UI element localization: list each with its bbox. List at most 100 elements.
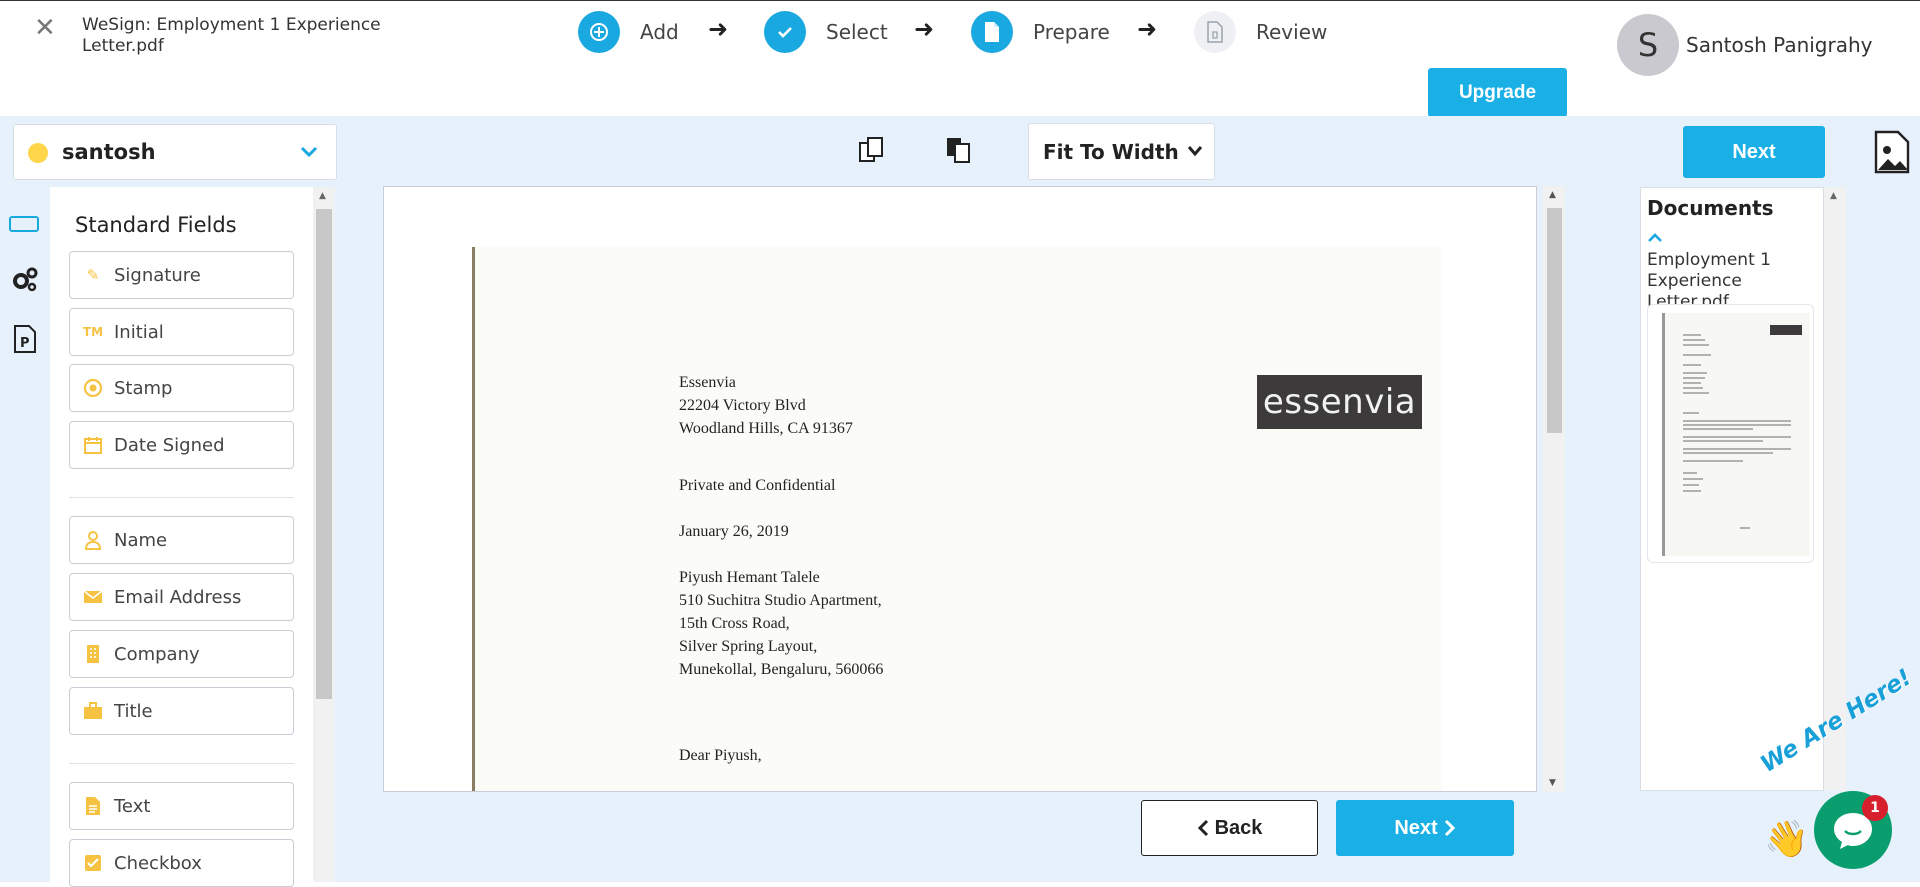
signer-color-dot (28, 143, 48, 163)
letter-line: January 26, 2019 (679, 523, 789, 540)
text-document-icon (82, 796, 104, 816)
step-add-label: Add (640, 20, 679, 44)
field-company[interactable]: Company (69, 630, 294, 678)
fields-tab-icon[interactable] (8, 207, 42, 241)
chevron-right-icon (1444, 819, 1455, 837)
letter-line: Piyush Hemant Talele (679, 569, 820, 586)
next-button[interactable]: Next (1336, 800, 1514, 856)
arrow-right-icon: ➜ (708, 15, 729, 43)
documents-panel: Documents Employment 1 Experience Letter… (1640, 187, 1824, 791)
check-icon (764, 11, 806, 53)
field-label: Title (114, 700, 153, 722)
scrollbar-thumb[interactable] (1547, 208, 1562, 433)
document-title: WeSign: Employment 1 Experience Letter.p… (82, 15, 381, 56)
letter-line: Woodland Hills, CA 91367 (679, 420, 853, 437)
field-label: Date Signed (114, 434, 225, 456)
thumbnail-page (1662, 313, 1810, 556)
back-button-label: Back (1214, 816, 1263, 839)
field-title[interactable]: Title (69, 687, 294, 735)
arrow-right-icon: ➜ (914, 15, 935, 43)
scroll-up-icon[interactable]: ▲ (1830, 191, 1837, 201)
field-label: Initial (114, 321, 164, 343)
left-rail: P (0, 187, 50, 882)
gears-icon[interactable] (8, 262, 42, 296)
field-label: Signature (114, 264, 201, 286)
step-review[interactable]: Review (1194, 9, 1327, 55)
document-thumbnail[interactable] (1647, 304, 1814, 563)
scroll-up-icon[interactable]: ▲ (1549, 190, 1556, 200)
calendar-icon (82, 436, 104, 454)
pencil-icon: ✎ (86, 266, 100, 284)
letter-line: Private and Confidential (679, 477, 836, 494)
field-label: Stamp (114, 377, 173, 399)
upgrade-button[interactable]: Upgrade (1428, 68, 1567, 117)
step-select-label: Select (826, 20, 888, 44)
chevron-down-icon (1187, 141, 1203, 162)
field-email-address[interactable]: Email Address (69, 573, 294, 621)
close-icon[interactable]: ✕ (34, 15, 60, 41)
building-icon (82, 644, 104, 664)
back-button[interactable]: Back (1141, 800, 1318, 856)
step-review-label: Review (1256, 20, 1328, 44)
paste-pages-icon[interactable] (943, 134, 975, 166)
document-icon (971, 11, 1013, 53)
scrollbar-thumb[interactable] (316, 209, 332, 699)
chevron-down-icon (300, 139, 318, 164)
documents-title: Documents (1647, 196, 1774, 220)
scroll-down-icon[interactable]: ▼ (1549, 778, 1556, 788)
waving-hand-icon: 👋 (1764, 819, 1809, 860)
fields-panel-scrollbar[interactable]: ▲ (313, 187, 335, 882)
document-viewer[interactable]: essenvia Essenvia 22204 Victory Blvd Woo… (383, 186, 1537, 792)
field-initial[interactable]: TM Initial (69, 308, 294, 356)
letter-line: Essenvia (679, 374, 736, 391)
tm-initial-icon: TM (82, 325, 104, 339)
field-label: Email Address (114, 586, 242, 608)
panel-title: Standard Fields (75, 213, 237, 237)
document-scrollbar[interactable]: ▲ ▼ (1543, 186, 1565, 792)
image-icon[interactable] (1873, 130, 1911, 174)
top-bar: ✕ WeSign: Employment 1 Experience Letter… (0, 0, 1920, 117)
field-signature[interactable]: ✎ Signature (69, 251, 294, 299)
arrow-right-icon: ➜ (1137, 15, 1158, 43)
stamp-icon (82, 378, 104, 398)
signer-name: santosh (62, 140, 156, 164)
field-label: Company (114, 643, 200, 665)
person-icon (82, 530, 104, 550)
scroll-up-icon[interactable]: ▲ (319, 191, 326, 201)
field-label: Text (114, 795, 151, 817)
field-date-signed[interactable]: Date Signed (69, 421, 294, 469)
user-name[interactable]: Santosh Panigrahy (1686, 33, 1873, 57)
signer-select[interactable]: santosh (13, 124, 337, 180)
avatar[interactable]: S (1617, 14, 1679, 76)
pdf-page-icon[interactable]: P (8, 322, 42, 356)
copy-pages-icon[interactable] (856, 134, 888, 166)
field-checkbox[interactable]: Checkbox (69, 839, 294, 887)
divider (69, 763, 294, 764)
document-page: essenvia Essenvia 22204 Victory Blvd Woo… (472, 247, 1442, 791)
divider (69, 497, 294, 498)
step-add[interactable]: Add (578, 9, 679, 55)
next-button-label: Next (1394, 816, 1438, 839)
notification-badge: 1 (1862, 795, 1888, 821)
letter-line: 15th Cross Road, (679, 615, 790, 632)
review-document-icon (1194, 11, 1236, 53)
letter-line: Dear Piyush, (679, 747, 762, 764)
chevron-up-icon[interactable] (1647, 228, 1663, 247)
zoom-select[interactable]: Fit To Width (1028, 123, 1215, 180)
field-text[interactable]: Text (69, 782, 294, 830)
field-label: Name (114, 529, 168, 551)
envelope-icon (82, 589, 104, 605)
zoom-select-label: Fit To Width (1043, 139, 1179, 164)
briefcase-icon (82, 702, 104, 720)
svg-text:P: P (20, 336, 30, 351)
next-button-top[interactable]: Next (1683, 126, 1825, 178)
step-select[interactable]: Select (764, 9, 888, 55)
field-stamp[interactable]: Stamp (69, 364, 294, 412)
letter-line: 510 Suchitra Studio Apartment, (679, 592, 882, 609)
step-prepare-label: Prepare (1033, 20, 1110, 44)
letter-line: Silver Spring Layout, (679, 638, 818, 655)
field-name[interactable]: Name (69, 516, 294, 564)
plus-icon (578, 11, 620, 53)
step-prepare[interactable]: Prepare (971, 9, 1110, 55)
letter-line: Munekollal, Bengaluru, 560066 (679, 661, 884, 678)
